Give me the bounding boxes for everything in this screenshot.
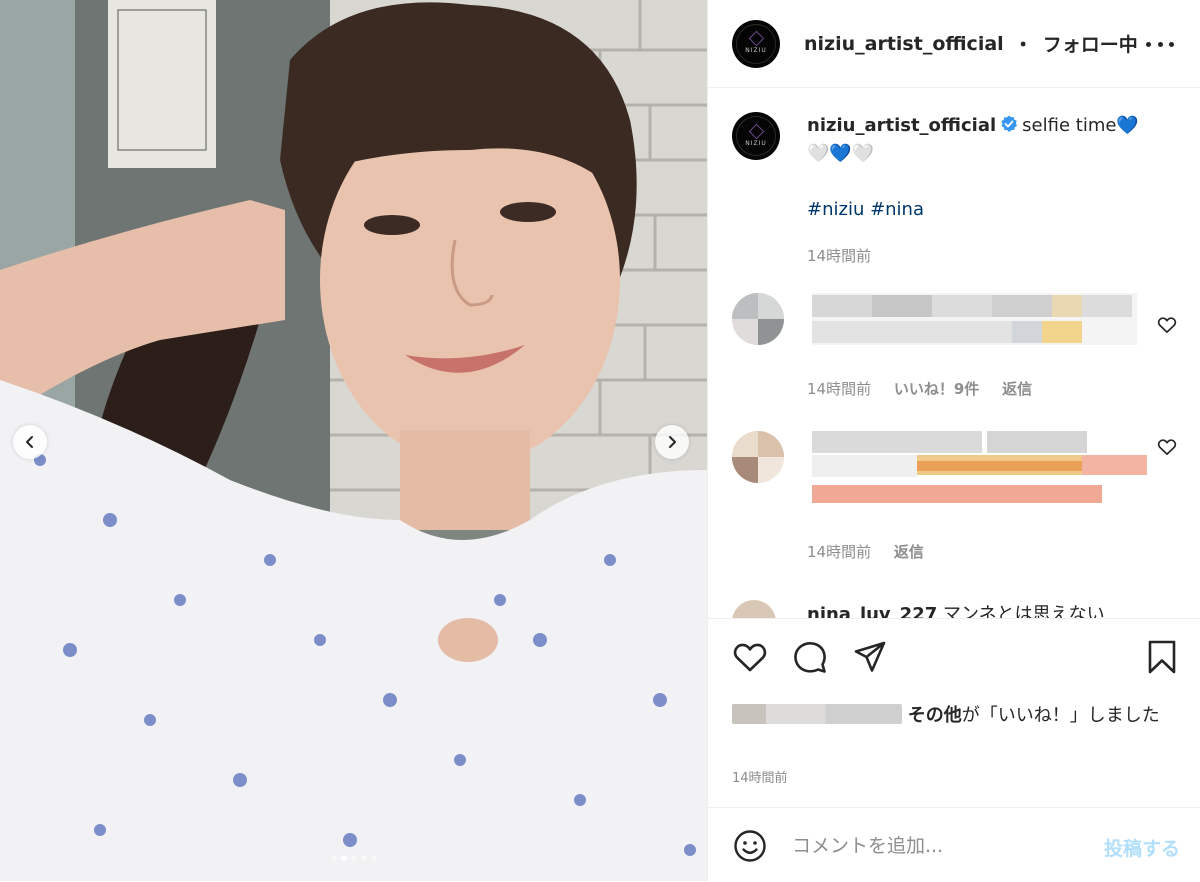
more-dot	[1157, 41, 1163, 47]
likes-summary: その他が「いいね！」しました	[732, 701, 1172, 731]
more-dot	[1169, 41, 1174, 47]
send-icon[interactable]	[852, 639, 888, 675]
caption-text: selfie time💙	[1022, 115, 1139, 136]
pixelated-avatar	[732, 293, 784, 345]
comment-avatar[interactable]	[732, 293, 784, 345]
add-comment-bar: 投稿する	[708, 807, 1200, 882]
chevron-left-icon	[26, 436, 33, 448]
avatar[interactable]: NIZIU	[732, 19, 780, 68]
carousel-dot	[350, 855, 357, 861]
caption-text-line2: 🤍💙🤍	[807, 143, 875, 164]
caption-hashtags[interactable]: #niziu #nina	[807, 196, 1177, 224]
comment-icon[interactable]	[792, 639, 828, 675]
logo-text: NIZIU	[745, 47, 767, 54]
post-side-panel: NIZIU niziu_artist_official ・ フォロー中 NIZI…	[707, 0, 1200, 881]
comment-like-heart-icon[interactable]	[1157, 437, 1177, 457]
carousel-next-button[interactable]	[655, 425, 689, 459]
chevron-right-icon	[669, 436, 676, 448]
bookmark-icon[interactable]	[1144, 639, 1180, 675]
comment-avatar[interactable]	[732, 431, 784, 483]
likes-others-link[interactable]: その他	[908, 705, 962, 726]
pixelated-avatar	[732, 431, 784, 483]
comment-input[interactable]	[792, 826, 1082, 866]
caption-timestamp: 14時間前	[807, 247, 872, 265]
caption-avatar[interactable]: NIZIU	[732, 112, 780, 160]
comment-meta: 14時間前 いいね！9件 返信	[807, 378, 1032, 399]
logo-text: NIZIU	[745, 139, 767, 147]
action-bar	[732, 639, 1180, 679]
comment-item: 14時間前 いいね！9件 返信	[732, 293, 1177, 403]
comment-avatar[interactable]	[732, 600, 776, 618]
comment-reply-button[interactable]: 返信	[1002, 380, 1032, 398]
heart-icon[interactable]	[732, 639, 768, 675]
likes-text: が「いいね！」しました	[961, 705, 1160, 726]
post-media[interactable]	[0, 0, 707, 881]
caption-body: niziu_artist_official selfie time💙 🤍💙🤍 #…	[807, 112, 1177, 270]
carousel-dot	[360, 855, 367, 861]
carousel-prev-button[interactable]	[13, 425, 47, 459]
comment-meta: 14時間前 返信	[807, 541, 924, 562]
pixelated-comment-text	[812, 293, 1137, 345]
carousel-dot	[370, 855, 377, 861]
comment-likes-count[interactable]: いいね！9件	[894, 380, 979, 398]
comment-timestamp: 14時間前	[807, 543, 872, 561]
caption-username[interactable]: niziu_artist_official	[807, 115, 996, 136]
header-separator: ・	[1013, 34, 1033, 56]
logo-mark-icon	[748, 30, 764, 47]
comment-like-heart-icon[interactable]	[1157, 315, 1177, 335]
comment-username[interactable]: nina_luv_227	[807, 604, 937, 618]
post-comment-button[interactable]: 投稿する	[1104, 834, 1180, 861]
post-timestamp: 14時間前	[732, 771, 788, 786]
post-photo	[0, 0, 707, 881]
header-username[interactable]: niziu_artist_official	[804, 33, 1004, 55]
follow-status-button[interactable]: フォロー中	[1043, 30, 1138, 57]
carousel-dot	[330, 855, 337, 861]
comment-body: マンネとは思えない	[942, 604, 1105, 618]
carousel-indicator	[0, 855, 707, 861]
comment-item-partial: nina_luv_227 マンネとは思えない	[732, 600, 1192, 618]
avatar-logo: NIZIU	[736, 23, 776, 64]
caption-line: niziu_artist_official selfie time💙	[807, 112, 1177, 140]
carousel-dot-active	[340, 855, 347, 861]
comment-item: 14時間前 返信	[732, 431, 1177, 561]
emoji-icon[interactable]	[732, 828, 768, 864]
verified-badge-icon	[1001, 115, 1018, 132]
comment-reply-button[interactable]: 返信	[894, 543, 924, 561]
pixelated-comment-text	[812, 431, 1147, 503]
more-options-button[interactable]	[1146, 30, 1174, 58]
post-actions: その他が「いいね！」しました 14時間前 投稿する	[708, 618, 1200, 881]
pixelated-liker-name	[732, 704, 902, 724]
logo-mark-icon	[748, 123, 764, 139]
post-header: NIZIU niziu_artist_official ・ フォロー中	[708, 0, 1200, 88]
comment-text: nina_luv_227 マンネとは思えない	[807, 600, 1105, 618]
instagram-post: NIZIU niziu_artist_official ・ フォロー中 NIZI…	[0, 0, 1200, 881]
avatar-logo: NIZIU	[736, 116, 776, 156]
comment-timestamp: 14時間前	[807, 380, 872, 398]
comments-section[interactable]: NIZIU niziu_artist_official selfie time💙…	[708, 88, 1200, 618]
more-dot	[1146, 41, 1151, 47]
